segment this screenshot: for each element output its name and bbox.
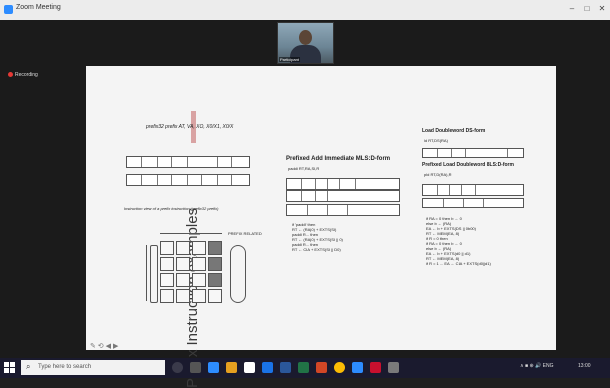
clock[interactable]: 13:00 [578, 363, 591, 369]
recording-indicator[interactable]: Recording [8, 72, 38, 78]
word-icon[interactable] [280, 362, 291, 373]
app-icon[interactable] [370, 362, 381, 373]
search-placeholder: Type here to search [38, 364, 92, 370]
prefixed-add-op: paddi RT,RA,SI,R [288, 166, 320, 171]
prefix-heading: prefix32 prefix AT, VA, XO, X0/X1, X0/X [146, 124, 234, 130]
file-explorer-icon[interactable] [226, 362, 237, 373]
slide-annotation-tools[interactable]: ✎ ⟲ ◀ ▶ [90, 342, 118, 350]
close-button[interactable]: ✕ [596, 3, 608, 15]
encoding-box-2 [126, 174, 250, 186]
shared-slide: Prefix Instruction examples prefix32 pre… [86, 66, 556, 388]
paddi-pseudocode: if 'paddi' then RT ← (RA|0) + EXTS(SI) p… [292, 222, 343, 252]
prefixed-load-heading: Prefixed Load Doubleword 8LS:D-form [422, 162, 514, 168]
prefix-caption: Instruction view of a prefix instruction… [124, 206, 219, 211]
zoom-app-icon [4, 5, 13, 14]
edge-icon[interactable] [208, 362, 219, 373]
taskbar-search-box[interactable]: ⌕ Type here to search [21, 360, 165, 375]
code-line: if R = 1 ... EA ← CIA + EXTS(d0||d1) [426, 261, 491, 266]
window-title: Zoom Meeting [16, 4, 61, 11]
prefixed-add-heading: Prefixed Add Immediate MLS:D-form [286, 156, 391, 162]
window-titlebar: Zoom Meeting – □ ✕ [0, 0, 610, 21]
task-view-icon[interactable] [190, 362, 201, 373]
participant-video[interactable]: Participant [277, 22, 334, 64]
chrome-icon[interactable] [334, 362, 345, 373]
participant-name: Participant [279, 57, 300, 62]
maximize-button[interactable]: □ [581, 3, 593, 15]
encoding-box-1 [126, 156, 250, 168]
ld-box [422, 148, 524, 158]
paddi-box-1 [286, 178, 400, 190]
load-dw-heading: Load Doubleword DS-form [422, 128, 486, 134]
participant-head [299, 30, 312, 45]
cortana-icon[interactable] [172, 362, 183, 373]
pld-box-2 [422, 198, 524, 208]
paddi-box-3 [286, 204, 400, 216]
taskbar: ⌕ Type here to search ∧ ■ ⊕ 🔊 ENG 13:00 [0, 358, 610, 378]
pld-box-1 [422, 184, 524, 196]
prefixed-load-op: pld RT,D(RA),R [424, 172, 452, 177]
mail-icon[interactable] [262, 362, 273, 373]
search-icon: ⌕ [26, 362, 31, 371]
windows-start-icon[interactable] [4, 362, 15, 373]
register-grid-diagram: PREFIX RELATED [146, 231, 262, 321]
app-icon[interactable] [388, 362, 399, 373]
excel-icon[interactable] [298, 362, 309, 373]
grid-label: PREFIX RELATED [228, 231, 262, 236]
load-dw-op: ld RT,DS(RA) [424, 138, 448, 143]
powerpoint-icon[interactable] [316, 362, 327, 373]
minimize-button[interactable]: – [566, 3, 578, 15]
store-icon[interactable] [244, 362, 255, 373]
ld-pseudocode: if RA = 0 then b ← 0 else b ← (RA) EA ← … [426, 216, 491, 266]
recording-label: Recording [15, 72, 38, 78]
system-tray[interactable]: ∧ ■ ⊕ 🔊 ENG [520, 363, 554, 369]
zoom-taskbar-icon[interactable] [352, 362, 363, 373]
record-icon [8, 72, 13, 78]
code-line: RT ← CIA + EXTS(SI || D0) [292, 247, 341, 252]
paddi-box-2 [286, 190, 400, 202]
